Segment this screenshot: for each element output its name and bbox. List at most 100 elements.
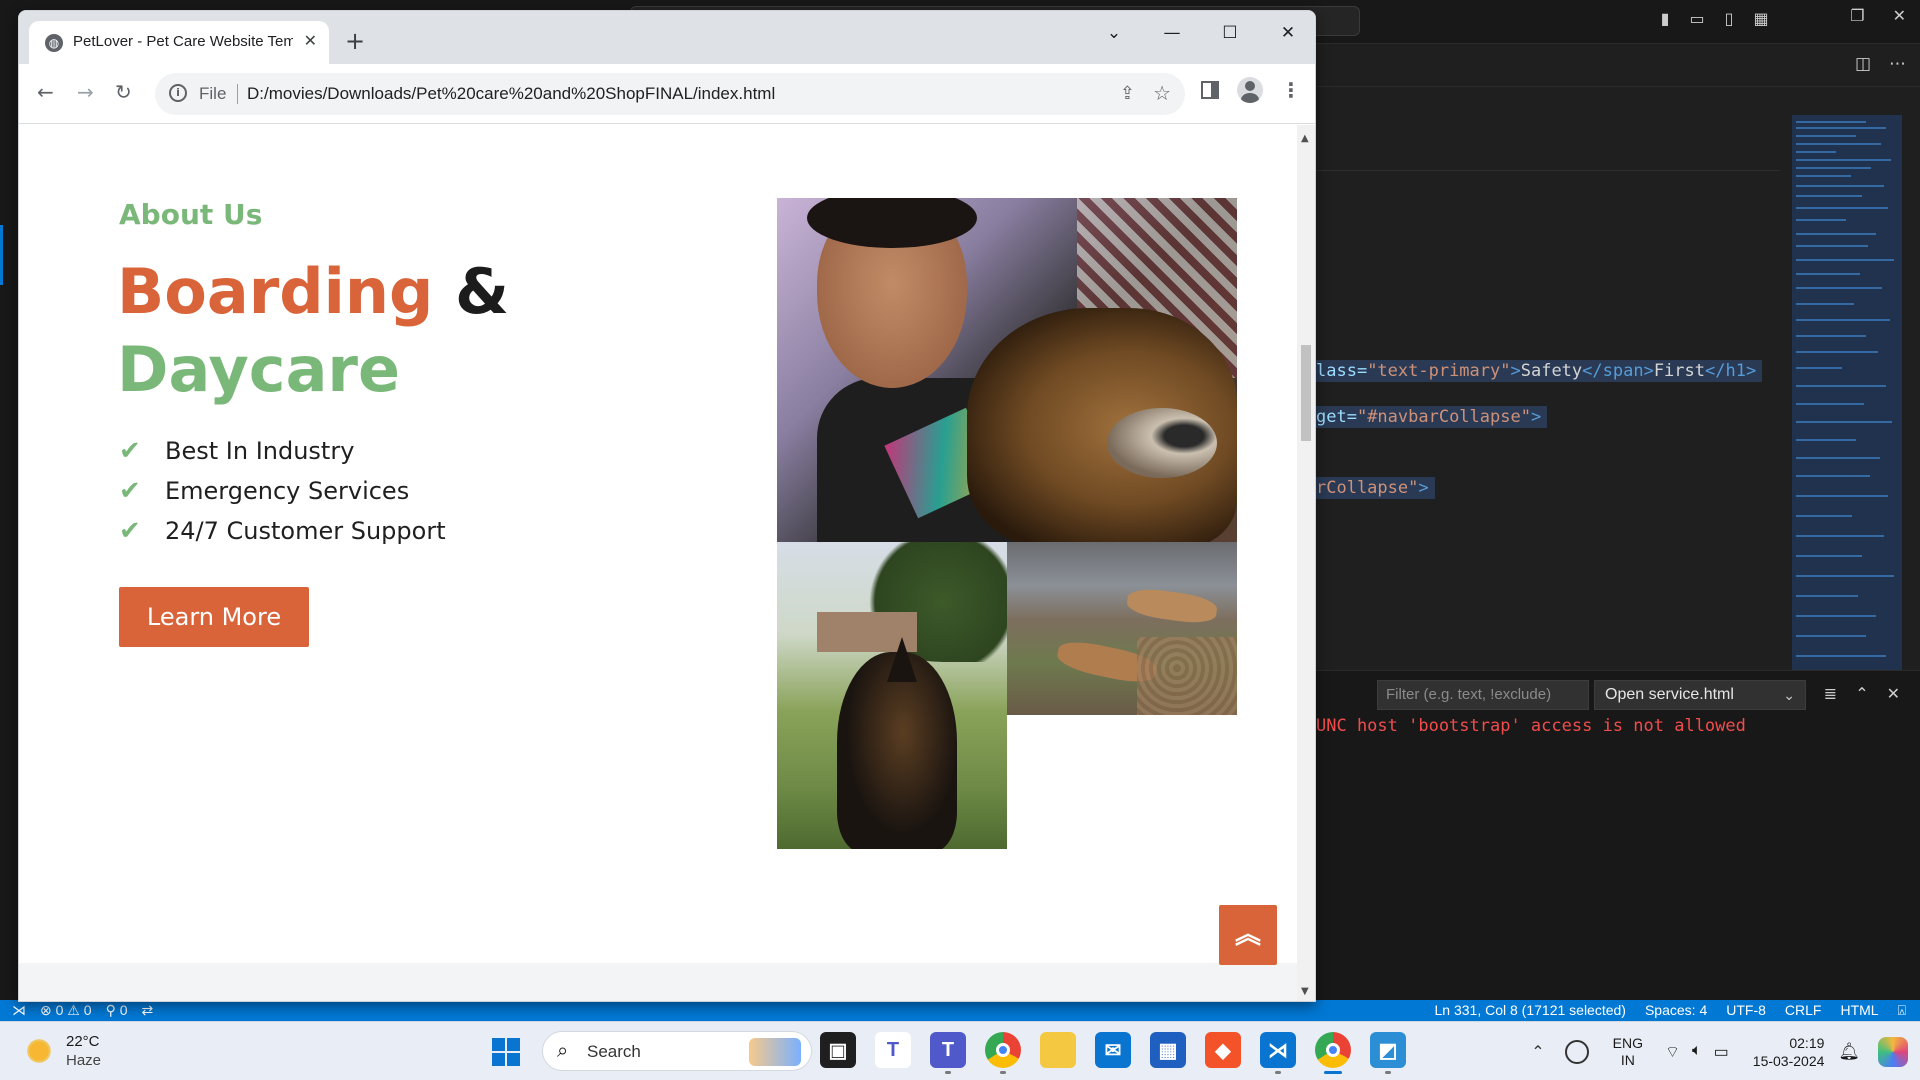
scroll-down-arrow-icon[interactable]: ▼ <box>1301 986 1309 997</box>
customize-layout-icon[interactable]: ▦ <box>1750 8 1772 30</box>
tab-search-icon[interactable]: ⌄ <box>1105 23 1123 43</box>
editor-divider <box>1316 170 1780 171</box>
toggle-primary-sidebar-icon[interactable]: ▮ <box>1654 8 1676 30</box>
start-button[interactable] <box>492 1038 520 1066</box>
chrome-active-icon[interactable] <box>1315 1032 1351 1074</box>
toolbar-right-actions: ⋮ <box>1201 77 1301 103</box>
url-separator <box>237 84 238 104</box>
globe-icon: ◍ <box>45 34 63 52</box>
show-hidden-icons-icon[interactable]: ⌃ <box>1531 1042 1544 1062</box>
code-line-2[interactable]: get="#navbarCollapse"> <box>1316 406 1548 428</box>
remote-indicator-icon[interactable]: ⋊ <box>12 1002 26 1019</box>
taskbar-search[interactable]: ⌕ Search <box>542 1031 812 1071</box>
indentation[interactable]: Spaces: 4 <box>1645 1002 1707 1019</box>
brave-icon[interactable]: ◆ <box>1205 1032 1241 1068</box>
more-actions-icon[interactable]: ⋯ <box>1889 54 1906 74</box>
output-filter-input[interactable]: Filter (e.g. text, !exclude) <box>1377 680 1589 710</box>
share-icon[interactable]: ⇪ <box>1120 83 1135 104</box>
new-tab-button[interactable]: + <box>345 29 365 53</box>
check-icon: ✔ <box>119 476 141 506</box>
vscode-minimap[interactable] <box>1792 115 1902 670</box>
maximize-icon[interactable]: ☐ <box>1221 23 1239 43</box>
vscode-activity-bar <box>0 0 18 1000</box>
side-panel-icon[interactable] <box>1201 81 1219 99</box>
chrome-icon[interactable] <box>985 1032 1021 1074</box>
feature-item: ✔ Best In Industry <box>119 431 446 471</box>
output-panel-actions: ≣ ⌃ ✕ <box>1824 684 1900 703</box>
cursor-position[interactable]: Ln 331, Col 8 (17121 selected) <box>1435 1002 1626 1019</box>
clear-output-icon[interactable]: ≣ <box>1824 684 1837 703</box>
notifications-icon[interactable]: ⍓ <box>1898 1002 1906 1019</box>
back-to-top-button[interactable]: ︽ <box>1219 905 1277 965</box>
copilot-icon[interactable] <box>1878 1036 1908 1067</box>
tab-close-icon[interactable]: ✕ <box>304 31 317 50</box>
taskbar-apps: ▣ T T ✉ ▦ ◆ ⋊ ◩ <box>820 1032 1406 1074</box>
output-channel-select[interactable]: Open service.html ⌄ <box>1594 680 1806 710</box>
live-share-icon[interactable]: ⇄ <box>142 1002 154 1019</box>
line-ending[interactable]: CRLF <box>1785 1002 1822 1019</box>
more-menu-icon[interactable]: ⋮ <box>1281 78 1301 102</box>
address-bar[interactable]: i File D:/movies/Downloads/Pet%20care%20… <box>155 73 1185 115</box>
ports-indicator[interactable]: ⚲ 0 <box>106 1002 128 1019</box>
chevron-down-icon: ⌄ <box>1783 687 1795 703</box>
profile-avatar-icon[interactable] <box>1237 77 1263 103</box>
battery-icon: ▭ <box>1713 1043 1729 1061</box>
feature-item: ✔ 24/7 Customer Support <box>119 511 446 551</box>
clock[interactable]: 02:19 15-03-2024 <box>1753 1034 1825 1070</box>
toggle-secondary-sidebar-icon[interactable]: ▯ <box>1718 8 1740 30</box>
encoding[interactable]: UTF-8 <box>1726 1002 1766 1019</box>
photo-dog-in-field <box>777 542 1007 849</box>
reload-icon[interactable]: ↻ <box>115 80 132 104</box>
task-view-icon[interactable]: ▣ <box>820 1032 856 1068</box>
problems-indicator[interactable]: ⊗ 0 ⚠ 0 <box>40 1002 92 1019</box>
site-info-icon[interactable]: i <box>169 84 187 102</box>
activity-active-marker <box>0 225 3 285</box>
code-line-1[interactable]: lass="text-primary">Safety</span>First</… <box>1316 360 1763 382</box>
feature-text: Emergency Services <box>165 477 410 505</box>
vscode-restore-icon[interactable]: ❐ <box>1850 6 1864 25</box>
vscode-editor-tabs <box>1316 45 1920 87</box>
close-window-icon[interactable]: ✕ <box>1279 23 1297 43</box>
page-scrollbar[interactable]: ▲ ▼ <box>1297 125 1315 1001</box>
notification-bell-icon[interactable]: 🔔︎ <box>1838 1042 1860 1062</box>
bookmark-star-icon[interactable]: ☆ <box>1153 81 1171 105</box>
tab-strip: ◍ PetLover - Pet Care Website Tem ✕ + ⌄ … <box>19 11 1315 64</box>
photo-dogs-resting <box>1007 542 1237 715</box>
vscode-statusbar: ⋊ ⊗ 0 ⚠ 0 ⚲ 0 ⇄ Ln 331, Col 8 (17121 sel… <box>0 1000 1920 1021</box>
headline-ampersand: & <box>455 255 510 328</box>
minimize-icon[interactable]: — <box>1163 23 1181 43</box>
back-arrow-icon[interactable]: ← <box>37 80 54 104</box>
scrollbar-thumb[interactable] <box>1301 345 1311 441</box>
teams-icon[interactable]: T <box>930 1032 966 1074</box>
vscode-close-icon[interactable]: ✕ <box>1893 6 1906 25</box>
microsoft-store-icon[interactable]: ▦ <box>1150 1032 1186 1068</box>
quick-settings[interactable]: ⌔ 🔈︎ ▭ <box>1665 1042 1729 1062</box>
windows-taskbar: 22°C Haze ⌕ Search ▣ T T ✉ ▦ ◆ ⋊ ◩ ⌃ ENG… <box>0 1021 1920 1080</box>
toggle-panel-icon[interactable]: ▭ <box>1686 8 1708 30</box>
mail-icon[interactable]: ✉ <box>1095 1032 1131 1068</box>
close-panel-icon[interactable]: ✕ <box>1887 684 1900 703</box>
maximize-panel-icon[interactable]: ⌃ <box>1855 684 1868 703</box>
headline-word-boarding: Boarding <box>117 255 434 328</box>
teams-chat-icon[interactable]: T <box>875 1032 911 1068</box>
file-explorer-icon[interactable] <box>1040 1032 1076 1068</box>
forward-arrow-icon[interactable]: → <box>77 80 94 104</box>
weather-condition: Haze <box>66 1052 102 1069</box>
url-text[interactable]: D:/movies/Downloads/Pet%20care%20and%20S… <box>247 84 775 104</box>
browser-window-controls: ⌄ — ☐ ✕ <box>1105 23 1297 43</box>
weather-temp: 22°C <box>66 1033 100 1050</box>
language-mode[interactable]: HTML <box>1840 1002 1878 1019</box>
output-error-line: UNC host 'bootstrap' access is not allow… <box>1316 716 1746 736</box>
tab-petlover[interactable]: ◍ PetLover - Pet Care Website Tem ✕ <box>29 21 329 64</box>
weather-widget[interactable]: 22°C Haze <box>24 1032 101 1070</box>
split-editor-icon[interactable]: ◫ <box>1855 54 1871 74</box>
learn-more-button[interactable]: Learn More <box>119 587 309 647</box>
code-line-3[interactable]: rCollapse"> <box>1316 477 1435 499</box>
input-language[interactable]: ENG IN <box>1613 1035 1643 1069</box>
scroll-up-arrow-icon[interactable]: ▲ <box>1301 133 1309 144</box>
vscode-icon[interactable]: ⋊ <box>1260 1032 1296 1074</box>
page-footer-band <box>19 963 1299 1001</box>
photos-icon[interactable]: ◩ <box>1370 1032 1406 1074</box>
sync-icon[interactable] <box>1564 1039 1589 1064</box>
check-icon: ✔ <box>119 436 141 466</box>
